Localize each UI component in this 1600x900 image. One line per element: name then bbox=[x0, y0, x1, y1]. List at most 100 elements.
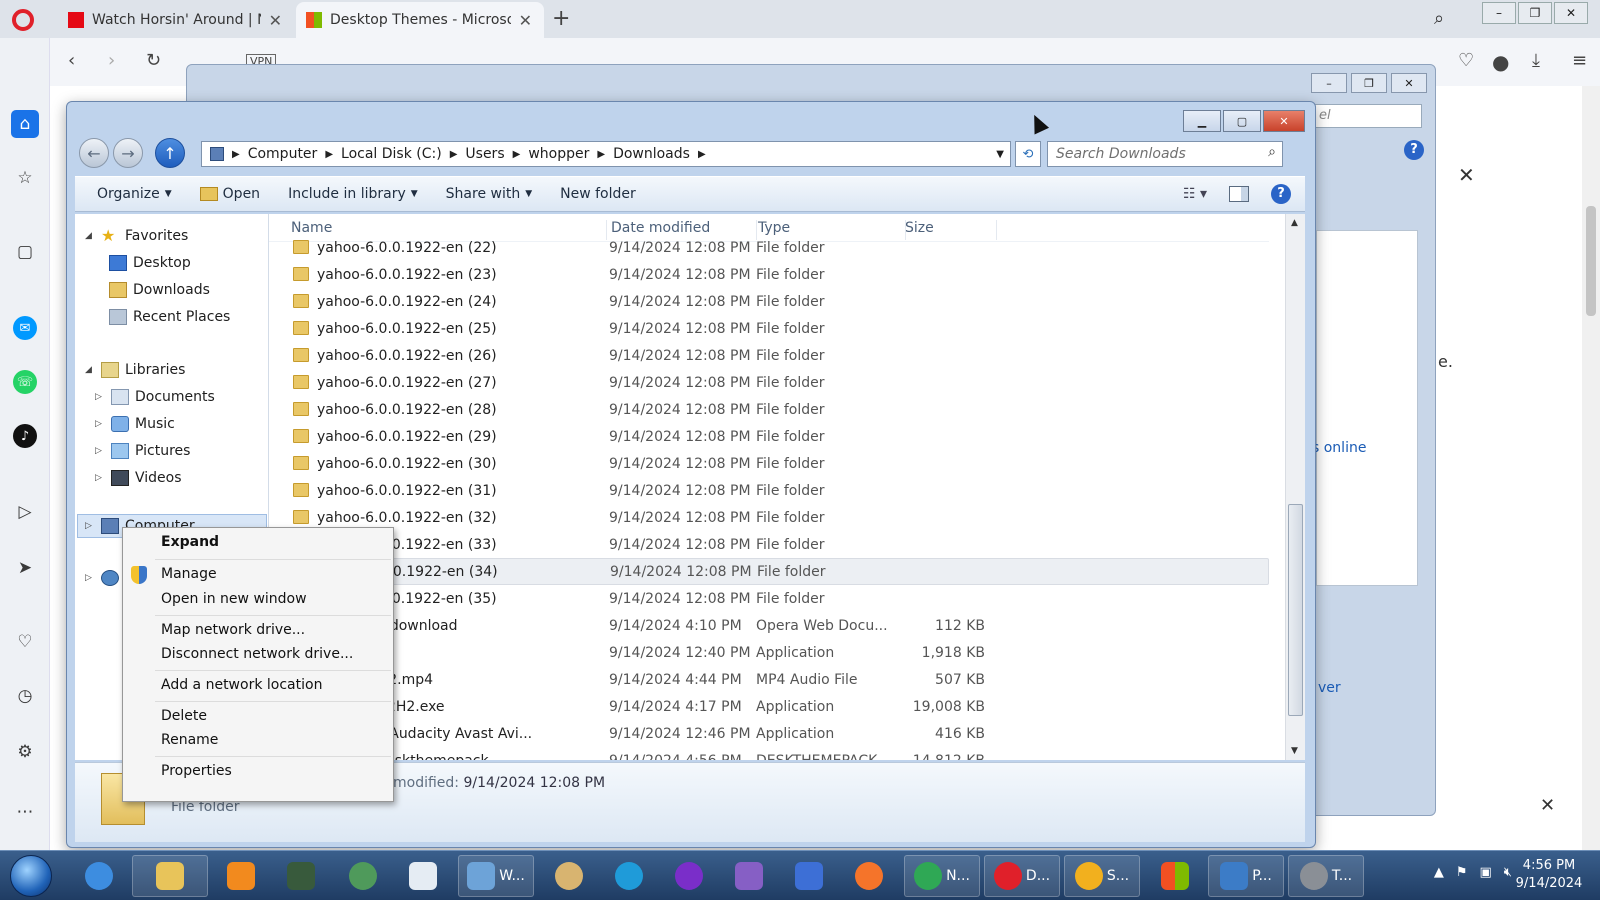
forward-arrow-icon[interactable]: → bbox=[113, 138, 143, 168]
taskbar-window[interactable] bbox=[394, 855, 452, 897]
help-icon[interactable]: ? bbox=[1271, 184, 1291, 204]
tab-search-icon[interactable]: ⌕ bbox=[1434, 8, 1444, 29]
refresh-button[interactable]: ⟲ bbox=[1015, 141, 1041, 167]
background-help-icon[interactable]: ? bbox=[1404, 140, 1424, 160]
chevron-right-icon[interactable]: ▶ bbox=[698, 149, 706, 160]
taskbar-ie[interactable] bbox=[70, 855, 128, 897]
expand-arrow-icon[interactable]: ▷ bbox=[95, 446, 105, 456]
menu-item-map-network-drive[interactable]: Map network drive... bbox=[161, 622, 305, 638]
back-icon[interactable]: ‹ bbox=[68, 50, 75, 71]
expand-arrow-icon[interactable]: ▷ bbox=[85, 521, 95, 531]
player-icon[interactable]: ▷ bbox=[13, 500, 37, 524]
nav-pictures[interactable]: ▷ Pictures bbox=[95, 443, 190, 459]
taskbar-item-chrome[interactable]: N... bbox=[904, 855, 980, 897]
table-row[interactable]: yahoo-6.0.0.1922-en (24) 9/14/2024 12:08 … bbox=[269, 288, 1269, 315]
table-row[interactable]: ivirus.exe9/14/2024 12:40 PMApplication1… bbox=[269, 639, 1269, 666]
tray-expand-icon[interactable]: ▲ bbox=[1434, 865, 1444, 880]
tab-close-icon[interactable]: ✕ bbox=[519, 11, 532, 30]
table-row[interactable]: yahoo-6.0.0.1922-en (30) 9/14/2024 12:08 … bbox=[269, 450, 1269, 477]
nav-network[interactable]: ▷ bbox=[85, 570, 119, 586]
nav-recent-places[interactable]: Recent Places bbox=[109, 309, 230, 325]
maximize-button[interactable]: ▢ bbox=[1223, 110, 1261, 132]
heart-sidebar-icon[interactable]: ♡ bbox=[13, 630, 37, 654]
taskbar-app[interactable] bbox=[780, 855, 838, 897]
home-icon[interactable]: ⌂ bbox=[11, 110, 39, 138]
table-row[interactable]: yahoo-6.0.0.1922-en (29) 9/14/2024 12:08 … bbox=[269, 423, 1269, 450]
close-button[interactable]: ✕ bbox=[1554, 2, 1588, 24]
forward-icon[interactable]: › bbox=[108, 50, 115, 71]
taskbar-network[interactable] bbox=[334, 855, 392, 897]
breadcrumb-whopper[interactable]: whopper bbox=[528, 146, 589, 162]
background-search-field[interactable]: el bbox=[1312, 104, 1422, 128]
share-with-button[interactable]: Share with ▼ bbox=[432, 186, 546, 202]
file-list-scrollbar[interactable]: ▲ ▼ bbox=[1285, 214, 1305, 760]
more-icon[interactable]: ⋯ bbox=[13, 800, 37, 824]
scroll-down-icon[interactable]: ▼ bbox=[1291, 746, 1298, 756]
network-tray-icon[interactable]: ▣ bbox=[1480, 865, 1492, 880]
table-row[interactable]: 914130812.mp49/14/2024 4:44 PMMP4 Audio … bbox=[269, 666, 1269, 693]
settings-gear-icon[interactable]: ⚙ bbox=[13, 740, 37, 764]
taskbar-windows[interactable] bbox=[1146, 855, 1204, 897]
start-button[interactable] bbox=[10, 855, 52, 897]
taskbar-item-contacts[interactable]: W... bbox=[458, 855, 534, 897]
breadcrumb-downloads[interactable]: Downloads bbox=[613, 146, 690, 162]
tiktok-icon[interactable]: ♪ bbox=[13, 424, 37, 448]
banner-close-icon[interactable]: ✕ bbox=[1540, 795, 1555, 816]
table-row[interactable]: on1.zip.opdownload9/14/2024 4:10 PMOpera… bbox=[269, 612, 1269, 639]
nav-libraries[interactable]: ◢ Libraries bbox=[85, 362, 185, 378]
reload-icon[interactable]: ↻ bbox=[146, 50, 161, 71]
expand-arrow-icon[interactable]: ▷ bbox=[85, 573, 95, 583]
new-tab-button[interactable]: + bbox=[552, 6, 570, 31]
table-row[interactable]: yahoo-6.0.0.1922-en (23) 9/14/2024 12:08 … bbox=[269, 261, 1269, 288]
menu-item-expand[interactable]: Expand bbox=[161, 534, 219, 550]
taskbar-paint[interactable] bbox=[540, 855, 598, 897]
chevron-right-icon[interactable]: ▶ bbox=[513, 149, 521, 160]
nav-videos[interactable]: ▷ Videos bbox=[95, 470, 182, 486]
heart-icon[interactable]: ♡ bbox=[1458, 50, 1474, 71]
nav-music[interactable]: ▷ Music bbox=[95, 416, 175, 432]
minimize-button[interactable]: – bbox=[1311, 73, 1347, 93]
tab-close-icon[interactable]: ✕ bbox=[269, 11, 282, 30]
nav-favorites[interactable]: ◢ ★ Favorites bbox=[85, 228, 188, 245]
close-button[interactable]: ✕ bbox=[1391, 73, 1427, 93]
minimize-button[interactable]: ▁ bbox=[1183, 110, 1221, 132]
breadcrumb-local-disk[interactable]: Local Disk (C:) bbox=[341, 146, 442, 162]
search-input[interactable]: Search Downloads ⌕ bbox=[1047, 141, 1283, 167]
chevron-right-icon[interactable]: ▶ bbox=[450, 149, 458, 160]
table-row[interactable]: yahoo-6.0.0.1922-en (25) 9/14/2024 12:08 … bbox=[269, 315, 1269, 342]
collapse-arrow-icon[interactable]: ◢ bbox=[85, 365, 95, 375]
tab-desktop-themes[interactable]: Desktop Themes - Microso ✕ bbox=[296, 2, 544, 38]
nav-documents[interactable]: ▷ Documents bbox=[95, 389, 215, 405]
expand-arrow-icon[interactable]: ▷ bbox=[95, 392, 105, 402]
taskbar-explorer[interactable] bbox=[132, 855, 208, 897]
chevron-right-icon[interactable]: ▶ bbox=[232, 149, 240, 160]
page-scroll-thumb[interactable] bbox=[1586, 206, 1596, 316]
chevron-right-icon[interactable]: ▶ bbox=[325, 149, 333, 160]
menu-item-delete[interactable]: Delete bbox=[161, 708, 207, 724]
expand-arrow-icon[interactable]: ▷ bbox=[95, 473, 105, 483]
new-folder-button[interactable]: New folder bbox=[546, 186, 650, 202]
table-row[interactable]: AIMP AVG Audacity Avast Avi... 9/14/2024 … bbox=[269, 720, 1269, 747]
table-row[interactable]: yahoo-6.0.0.1922-en (33) 9/14/2024 12:08 … bbox=[269, 531, 1269, 558]
table-row[interactable]: yahoo-6.0.0.1922-en (32) 9/14/2024 12:08 … bbox=[269, 504, 1269, 531]
chevron-down-icon[interactable]: ▼ bbox=[996, 149, 1004, 160]
scroll-thumb[interactable] bbox=[1288, 504, 1303, 716]
back-arrow-icon[interactable]: ← bbox=[79, 138, 109, 168]
minimize-button[interactable]: – bbox=[1482, 2, 1516, 24]
taskbar-item-search[interactable]: S... bbox=[1064, 855, 1140, 897]
scroll-up-icon[interactable]: ▲ bbox=[1291, 218, 1298, 228]
up-arrow-icon[interactable]: ↑ bbox=[155, 138, 185, 168]
chevron-right-icon[interactable]: ▶ bbox=[597, 149, 605, 160]
table-row[interactable]: yahoo-6.0.0.1922-en (34) 9/14/2024 12:08 … bbox=[269, 558, 1269, 585]
menu-item-disconnect-network-drive[interactable]: Disconnect network drive... bbox=[161, 646, 353, 662]
taskbar-media[interactable] bbox=[212, 855, 270, 897]
breadcrumb[interactable]: ▶ Computer ▶ Local Disk (C:) ▶ Users ▶ w… bbox=[201, 141, 1011, 167]
profile-icon[interactable]: ● bbox=[1492, 50, 1509, 74]
expand-arrow-icon[interactable]: ▷ bbox=[95, 419, 105, 429]
background-close-icon[interactable]: ✕ bbox=[1458, 163, 1475, 187]
organize-button[interactable]: Organize ▼ bbox=[75, 186, 186, 202]
shopping-bag-icon[interactable]: ▢ bbox=[13, 240, 37, 264]
page-scrollbar[interactable] bbox=[1582, 86, 1600, 850]
send-icon[interactable]: ➤ bbox=[13, 556, 37, 580]
table-row[interactable]: yahoo-6.0.0.1922-en (28) 9/14/2024 12:08 … bbox=[269, 396, 1269, 423]
